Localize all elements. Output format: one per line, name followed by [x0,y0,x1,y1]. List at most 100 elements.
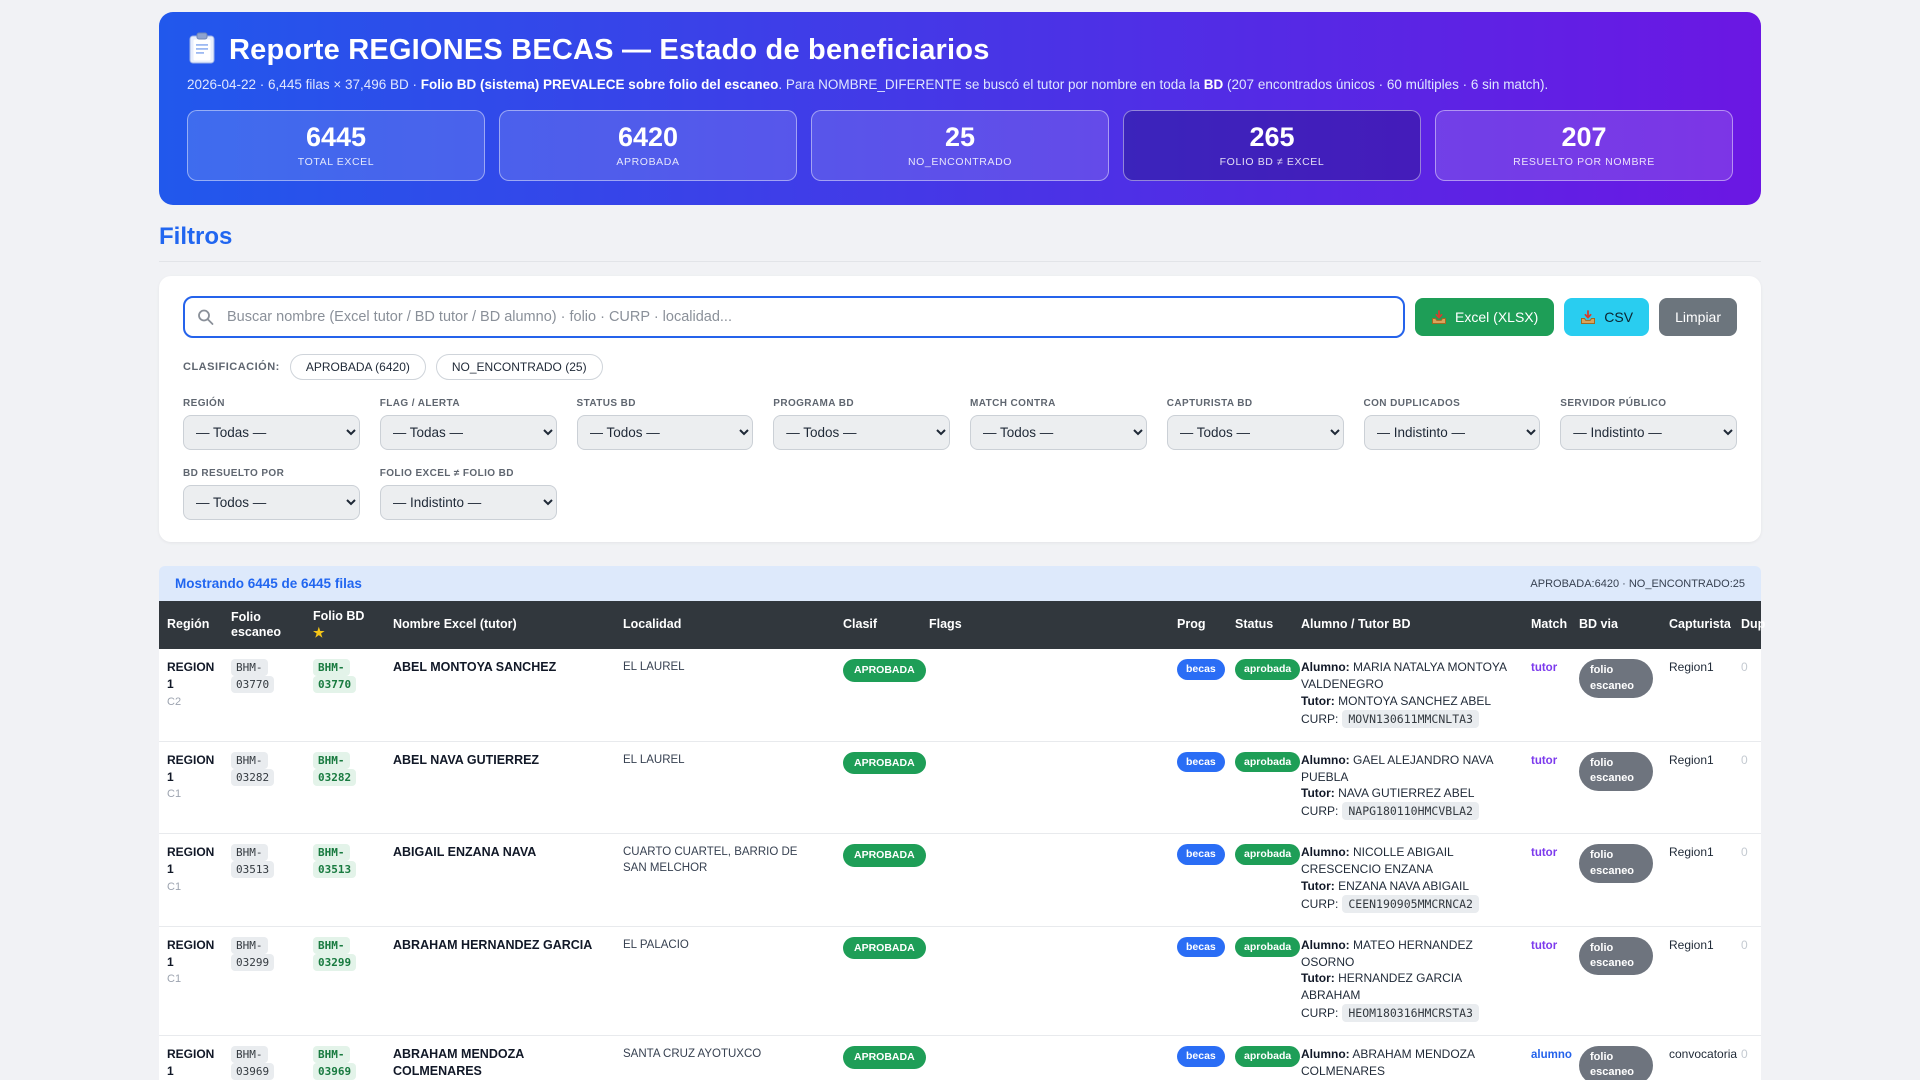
filter-field: BD RESUELTO POR — Todos — [183,468,360,520]
filter-select[interactable]: — Todas — [379,415,557,450]
capturista-cell: Region1 [1669,660,1714,675]
status-badge: aprobada [1235,936,1301,958]
tutor-label: Tutor: [1301,971,1335,986]
filter-select[interactable]: — Indistinto — [379,485,557,520]
match-link[interactable]: tutor [1531,755,1557,767]
export-csv-button[interactable]: CSV [1564,298,1650,336]
filter-select[interactable]: — Todos — [773,415,950,450]
curp-chip: CEEN190905MMCRNCA2 [1342,894,1479,913]
folio-bd-chip: BHM-03969 [313,1045,357,1080]
match-link[interactable]: tutor [1531,662,1557,674]
clasif-badge: APROBADA [843,751,926,775]
programa-badge: becas [1177,844,1225,865]
match-link[interactable]: tutor [1531,940,1557,952]
stat-card: 6420 APROBADA [499,110,797,181]
localidad-cell: EL PALACIO [623,938,689,951]
folio-escaneo-chip: BHM-03969 [231,1045,275,1080]
localidad-cell: CUARTO CUARTEL, BARRIO DE SAN MELCHOR [623,846,798,875]
filter-select[interactable]: — Todos — [970,415,1147,450]
filters-grid-row1: REGIÓN — Todas — FLAG / ALERTA — Todas —… [183,398,1737,450]
filter-select[interactable]: — Indistinto — [1363,415,1541,450]
classification-chip[interactable]: NO_ENCONTRADO (25) [435,354,603,380]
tutor-excel-name: ABIGAIL ENZANA NAVA [393,845,537,860]
col-localidad: Localidad [615,601,835,650]
results-count: Mostrando 6445 de 6445 filas [175,576,362,591]
stat-label: RESUELTO POR NOMBRE [1513,156,1655,168]
stat-card: 207 RESUELTO POR NOMBRE [1435,110,1733,181]
alumno-label: Alumno: [1301,937,1350,952]
alumno-label: Alumno: [1301,1046,1350,1061]
tutor-excel-name: ABRAHAM HERNANDEZ GARCIA [393,937,593,952]
col-alumno-tutor: Alumno / Tutor BD [1293,601,1523,650]
filter-field: REGIÓN — Todas — [183,398,360,450]
stat-card: 25 NO_ENCONTRADO [811,110,1109,181]
status-badge: aprobada [1235,844,1301,865]
folio-escaneo-chip: BHM-03282 [231,751,275,786]
filter-label: FLAG / ALERTA [379,398,460,409]
tutor-excel-name: ABRAHAM MENDOZA COLMENARES [393,1046,524,1079]
filter-select[interactable]: — Todos — [183,485,360,520]
results-breakdown: APROBADA:6420 · NO_ENCONTRADO:25 [1530,577,1745,590]
tutor-bd-name: MONTOYA SANCHEZ ABEL [1338,693,1492,708]
col-region: Región [159,601,223,650]
region-cell: REGION 1 [167,937,215,969]
region-cell: REGION 1 [167,1046,215,1078]
report-subtitle: 2026-04-22 · 6,445 filas × 37,496 BD · F… [187,77,1549,92]
results-bar: Mostrando 6445 de 6445 filas APROBADA:64… [159,566,1761,601]
export-csv-label: CSV [1604,309,1634,325]
match-link[interactable]: tutor [1531,847,1557,859]
page-container: Reporte REGIONES BECAS — Estado de benef… [159,12,1765,1080]
clear-filters-button[interactable]: Limpiar [1659,298,1737,336]
filter-select[interactable]: — Todos — [1166,415,1344,450]
stat-value: 265 [1249,122,1295,152]
folio-bd-chip: BHM-03770 [313,659,357,694]
filter-label: STATUS BD [576,398,636,409]
filter-label: CAPTURISTA BD [1166,398,1253,409]
filter-label: FOLIO EXCEL ≠ FOLIO BD [379,468,514,479]
col-capturista: Capturista [1661,601,1733,650]
stat-label: TOTAL EXCEL [297,156,375,168]
filter-select[interactable]: — Indistinto — [1560,415,1737,450]
classification-chip[interactable]: APROBADA (6420) [289,354,426,380]
stats-row: 6445 TOTAL EXCEL 6420 APROBADA 25 NO_ENC… [187,110,1733,181]
programa-badge: becas [1177,936,1225,958]
capturista-cell: Region1 [1669,937,1714,952]
stat-card: 6445 TOTAL EXCEL [187,110,485,181]
alumno-label: Alumno: [1301,845,1350,860]
col-folio-bd: Folio BD ★ [305,601,385,650]
region-cell: REGION 1 [167,845,215,877]
stat-label: APROBADA [616,156,680,168]
filter-field: SERVIDOR PÚBLICO — Indistinto — [1560,398,1737,450]
filter-select[interactable]: — Todos — [576,415,754,450]
curp-label: CURP: [1301,711,1339,726]
beneficiaries-table: Región Folio escaneo Folio BD ★ Nombre E… [159,601,1765,1080]
zona-label: C1 [167,788,182,801]
filter-label: PROGRAMA BD [773,398,854,409]
col-folio-escaneo: Folio escaneo [223,601,305,650]
alumno-label: Alumno: [1301,752,1350,767]
clasif-badge: APROBADA [843,936,926,960]
col-match: Match [1523,601,1571,650]
col-bd-via: BD via [1571,601,1661,650]
inbox-download-icon [1581,309,1596,324]
folio-escaneo-chip: BHM-03770 [231,659,275,694]
tutor-label: Tutor: [1301,878,1335,893]
filter-field: STATUS BD — Todos — [576,398,754,450]
match-link[interactable]: alumno [1531,1049,1572,1061]
programa-badge: becas [1177,659,1225,680]
classification-chips-row: CLASIFICACIÓN: APROBADA (6420) NO_ENCONT… [183,354,1737,380]
filters-section-title: Filtros [159,223,233,250]
bd-via-badge: folio escaneo [1579,844,1653,883]
dup-count: 0 [1741,752,1748,767]
curp-label: CURP: [1301,804,1339,819]
search-input[interactable] [183,296,1406,338]
clasif-badge: APROBADA [843,844,926,867]
export-excel-button[interactable]: Excel (XLSX) [1415,298,1555,336]
capturista-cell: Region1 [1669,845,1714,860]
star-icon: ★ [313,624,325,640]
filter-select[interactable]: — Todas — [183,415,360,450]
page-title: Reporte REGIONES BECAS — Estado de benef… [229,34,990,66]
col-prog: Prog [1169,601,1227,650]
table-row: REGION 1 C1 BHM-03299 BHM-03299 ABRAHAM … [159,926,1761,1036]
table-row: REGION 1 C1 BHM-03282 BHM-03282 ABEL NAV… [159,741,1761,835]
